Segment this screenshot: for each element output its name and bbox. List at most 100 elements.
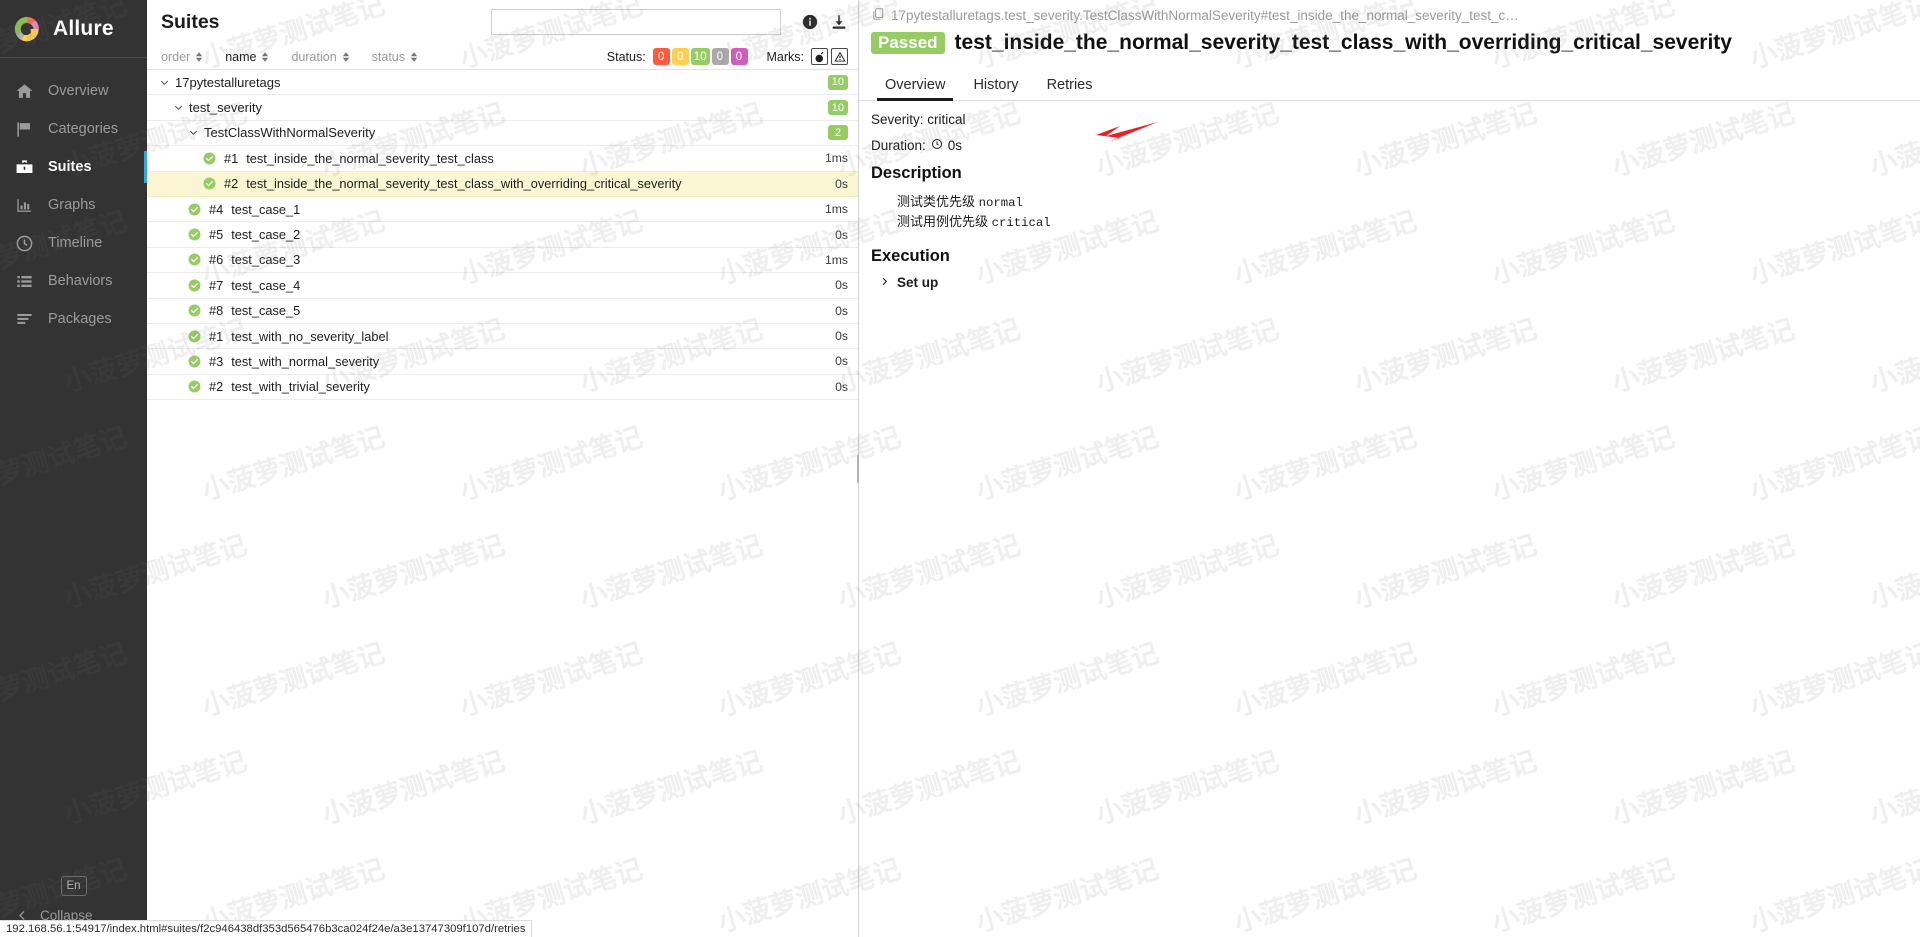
tree-group-label: TestClassWithNormalSeverity	[204, 125, 376, 141]
sidebar-item-label: Behaviors	[48, 273, 113, 289]
sidebar-item-overview[interactable]: Overview	[0, 72, 147, 110]
row-trailing: 0s	[825, 228, 848, 242]
table-row[interactable]: #2 test_inside_the_normal_severity_test_c…	[147, 171, 858, 197]
table-row[interactable]: #5 test_case_2 0s	[147, 222, 858, 248]
setup-label: Set up	[897, 274, 939, 290]
sorter-order[interactable]: order	[161, 50, 203, 64]
sidebar-item-suites[interactable]: Suites	[0, 148, 147, 186]
tree-group-row[interactable]: 17pytestalluretags 10	[147, 70, 858, 96]
row-trailing: 1ms	[815, 202, 848, 216]
duration-label: Duration:	[871, 137, 926, 153]
test-order-number: #4	[209, 201, 224, 217]
sidebar-item-label: Packages	[48, 311, 112, 327]
status-passed-icon	[188, 203, 201, 216]
sorter-status[interactable]: status	[372, 50, 418, 64]
group-count-badge: 2	[828, 125, 848, 141]
chevron-down-icon[interactable]	[188, 127, 199, 138]
flag-icon	[14, 119, 34, 139]
test-name: test_case_4	[231, 277, 301, 293]
sorter-name[interactable]: name	[225, 50, 269, 64]
status-badge-broken[interactable]: 0	[671, 48, 689, 65]
description-heading: Description	[871, 163, 962, 182]
test-title: test_inside_the_normal_severity_test_cla…	[954, 31, 1732, 54]
test-name: test_with_no_severity_label	[231, 328, 389, 344]
table-row[interactable]: #1 test_with_no_severity_label 0s	[147, 324, 858, 350]
bomb-icon[interactable]	[811, 48, 828, 65]
row-trailing: 0s	[825, 354, 848, 368]
table-row[interactable]: #2 test_with_trivial_severity 0s	[147, 375, 858, 401]
table-row[interactable]: #4 test_case_1 1ms	[147, 197, 858, 223]
copy-icon[interactable]	[871, 7, 885, 24]
search-input[interactable]	[491, 9, 781, 35]
status-passed-icon	[188, 330, 201, 343]
group-count-badge: 10	[827, 74, 848, 90]
table-row[interactable]: #3 test_with_normal_severity 0s	[147, 349, 858, 375]
status-bar-url: 192.168.56.1:54917/index.html#suites/f2c…	[6, 923, 526, 935]
test-order-number: #8	[209, 303, 224, 319]
table-row[interactable]: #6 test_case_3 1ms	[147, 248, 858, 274]
language-button[interactable]: En	[60, 876, 87, 896]
status-passed-icon	[188, 355, 201, 368]
tree-group-label: test_severity	[189, 100, 262, 116]
sidebar-item-timeline[interactable]: Timeline	[0, 224, 147, 262]
description-code: normal	[978, 195, 1023, 210]
status-passed-icon	[188, 380, 201, 393]
sidebar-item-graphs[interactable]: Graphs	[0, 186, 147, 224]
test-duration: 0s	[835, 176, 848, 191]
group-count-badge: 10	[827, 100, 848, 116]
breadcrumb-path[interactable]: 17pytestalluretags.test_severity.TestCla…	[891, 8, 1519, 23]
sidebar-item-packages[interactable]: Packages	[0, 300, 147, 338]
test-order-number: #5	[209, 227, 224, 243]
home-icon	[14, 81, 34, 101]
chevron-down-icon[interactable]	[159, 77, 170, 88]
test-order-number: #6	[209, 252, 224, 268]
sorter-label: order	[161, 49, 191, 64]
tree-group-row[interactable]: test_severity 10	[147, 95, 858, 121]
duration-value: 0s	[947, 137, 963, 153]
row-trailing: 0s	[825, 329, 848, 343]
download-icon[interactable]	[830, 13, 848, 31]
panel-splitter[interactable]	[854, 0, 862, 937]
status-badge: Passed	[871, 32, 945, 54]
tab-overview[interactable]: Overview	[871, 73, 959, 101]
status-badge-passed[interactable]: 10	[690, 48, 710, 65]
sort-arrows-icon	[195, 51, 203, 62]
breadcrumb: 17pytestalluretags.test_severity.TestCla…	[859, 0, 1920, 24]
status-badge-skipped[interactable]: 0	[711, 48, 729, 65]
chevron-down-icon[interactable]	[173, 102, 184, 113]
status-passed-icon	[188, 228, 201, 241]
sorter-duration[interactable]: duration	[291, 50, 349, 64]
test-name: test_with_normal_severity	[231, 353, 380, 369]
tree-group-row[interactable]: TestClassWithNormalSeverity 2	[147, 121, 858, 147]
tree-group-label: 17pytestalluretags	[175, 74, 281, 90]
filter-bar: order name duration status Status: 0 0 1…	[147, 44, 858, 70]
table-row[interactable]: #8 test_case_5 0s	[147, 299, 858, 324]
sidebar-item-behaviors[interactable]: Behaviors	[0, 262, 147, 300]
alert-triangle-icon[interactable]	[831, 48, 848, 65]
tab-history[interactable]: History	[959, 73, 1032, 100]
tab-retries[interactable]: Retries	[1033, 73, 1107, 100]
row-trailing: 0s	[825, 304, 848, 318]
status-badge-failed[interactable]: 0	[652, 48, 670, 65]
status-filter-label: Status:	[606, 49, 646, 64]
setup-step-toggle[interactable]: Set up	[871, 275, 1908, 290]
status-badge-unknown[interactable]: 0	[730, 48, 748, 65]
table-row[interactable]: #1 test_inside_the_normal_severity_test_c…	[147, 146, 858, 172]
sidebar-item-label: Graphs	[48, 197, 96, 213]
info-icon[interactable]	[801, 13, 819, 31]
test-duration: 1ms	[824, 252, 848, 267]
row-trailing: 2	[818, 125, 848, 141]
suites-panel: Suites order name duration status Status…	[147, 0, 859, 937]
description-line: 测试类优先级 normal	[897, 192, 1908, 212]
status-passed-icon	[203, 152, 216, 165]
description-body: 测试类优先级 normal 测试用例优先级 critical	[871, 192, 1908, 233]
test-name: test_case_3	[231, 252, 301, 268]
table-row[interactable]: #7 test_case_4 0s	[147, 273, 858, 299]
sidebar-item-categories[interactable]: Categories	[0, 110, 147, 148]
test-name: test_with_trivial_severity	[231, 379, 370, 395]
row-trailing: 10	[818, 74, 848, 90]
row-trailing: 0s	[825, 380, 848, 394]
test-name: test_inside_the_normal_severity_test_cla…	[246, 176, 682, 192]
severity-line: Severity: critical	[871, 112, 1908, 127]
status-passed-icon	[203, 177, 216, 190]
